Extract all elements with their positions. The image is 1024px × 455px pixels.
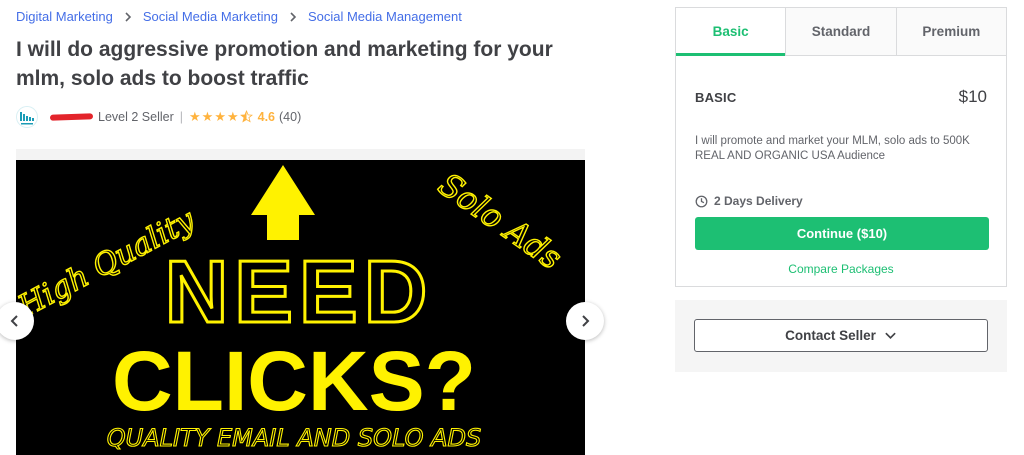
- star-icon: ★: [201, 108, 214, 124]
- breadcrumb-item-social-media-management[interactable]: Social Media Management: [308, 9, 462, 24]
- seller-overview: Level 2 Seller | ★ ★ ★ ★ 4.6 (40): [16, 106, 301, 128]
- package-name: BASIC: [695, 90, 737, 105]
- continue-button[interactable]: Continue ($10): [695, 217, 989, 250]
- star-icon: ★: [226, 108, 239, 124]
- package-card: Basic Standard Premium BASIC $10 I will …: [675, 7, 1007, 287]
- package-description: I will promote and market your MLM, solo…: [695, 135, 970, 162]
- gallery-next-button[interactable]: [566, 302, 604, 340]
- half-star-icon: [239, 109, 253, 125]
- chevron-left-icon: [8, 314, 22, 328]
- breadcrumb-item-social-media-marketing[interactable]: Social Media Marketing: [143, 9, 278, 24]
- redacted-seller-name: [49, 113, 94, 121]
- chevron-right-icon: [578, 314, 592, 328]
- image-text-clicks: CLICKS?: [112, 334, 476, 428]
- rating-stars: ★ ★ ★ ★: [189, 110, 254, 125]
- seller-logo-icon[interactable]: [16, 106, 38, 128]
- review-count[interactable]: (40): [279, 110, 301, 124]
- tab-standard[interactable]: Standard: [785, 8, 896, 55]
- package-tabs: Basic Standard Premium: [676, 8, 1006, 56]
- delivery-time: 2 Days Delivery: [695, 194, 803, 208]
- contact-seller-label: Contact Seller: [785, 328, 876, 343]
- star-icon: ★: [214, 108, 226, 124]
- delivery-label: 2 Days Delivery: [714, 194, 803, 208]
- compare-packages-link[interactable]: Compare Packages: [676, 262, 1006, 276]
- image-text-need: NEED: [165, 242, 434, 341]
- star-icon: ★: [189, 108, 201, 124]
- contact-seller-button[interactable]: Contact Seller: [694, 319, 988, 352]
- breadcrumb: Digital Marketing Social Media Marketing…: [16, 9, 462, 24]
- gig-title: I will do aggressive promotion and marke…: [16, 38, 553, 90]
- breadcrumb-item-digital-marketing[interactable]: Digital Marketing: [16, 9, 113, 24]
- tab-premium[interactable]: Premium: [895, 8, 1006, 55]
- package-price: $10: [958, 87, 987, 106]
- gig-image[interactable]: High Quality Solo Ads NEED CLICKS? QUALI…: [16, 160, 585, 455]
- gig-image-artwork: High Quality Solo Ads NEED CLICKS? QUALI…: [16, 160, 585, 455]
- contact-panel: Contact Seller: [675, 300, 1007, 372]
- chevron-down-icon: [884, 329, 897, 342]
- image-text-subline: QUALITY EMAIL AND SOLO ADS: [107, 424, 482, 452]
- rating-score: 4.6: [257, 110, 276, 124]
- divider: |: [179, 110, 183, 124]
- chevron-right-icon: [123, 11, 133, 22]
- seller-level: Level 2 Seller: [98, 110, 174, 124]
- tab-basic[interactable]: Basic: [676, 8, 786, 56]
- chevron-right-icon: [288, 11, 298, 22]
- clock-icon: [695, 195, 708, 208]
